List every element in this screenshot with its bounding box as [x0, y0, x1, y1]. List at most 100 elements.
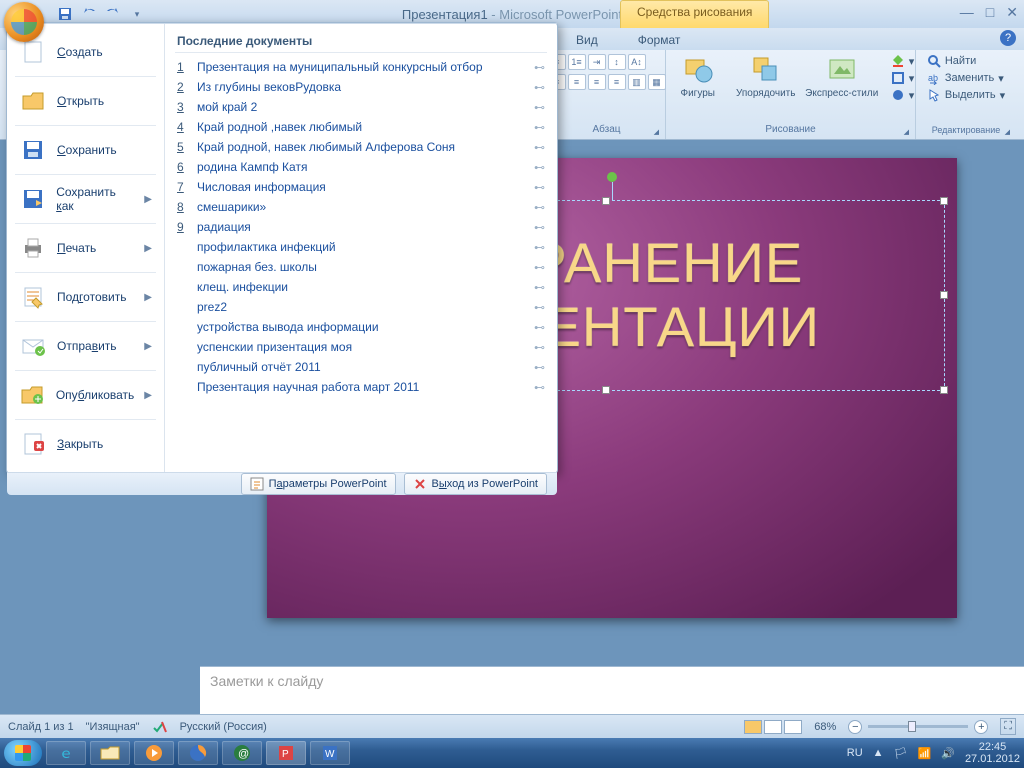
menu-send[interactable]: Отправить▶: [7, 324, 164, 368]
pin-icon[interactable]: ⊷: [534, 281, 545, 294]
menu-prepare[interactable]: Подготовить▶: [7, 275, 164, 319]
notes-pane[interactable]: Заметки к слайду: [200, 666, 1024, 714]
maximize-button[interactable]: □: [986, 4, 994, 21]
resize-handle[interactable]: [602, 386, 610, 394]
recent-document[interactable]: публичный отчёт 2011⊷: [175, 357, 547, 377]
close-button[interactable]: ✕: [1006, 4, 1018, 21]
recent-document[interactable]: профилактика инфекций⊷: [175, 237, 547, 257]
pin-icon[interactable]: ⊷: [534, 201, 545, 214]
zoom-slider[interactable]: − +: [848, 720, 988, 734]
pin-icon[interactable]: ⊷: [534, 101, 545, 114]
recent-document[interactable]: пожарная без. школы⊷: [175, 257, 547, 277]
pin-icon[interactable]: ⊷: [534, 221, 545, 234]
recent-document[interactable]: 8смешарики»⊷: [175, 197, 547, 217]
zoom-out-button[interactable]: −: [848, 720, 862, 734]
task-powerpoint[interactable]: P: [266, 741, 306, 765]
line-spacing-icon[interactable]: ↕: [608, 54, 626, 70]
pin-icon[interactable]: ⊷: [534, 241, 545, 254]
task-explorer[interactable]: [90, 741, 130, 765]
slideshow-view-button[interactable]: [784, 720, 802, 734]
convert-smartart-icon[interactable]: ▦: [648, 74, 666, 90]
spellcheck-icon[interactable]: [152, 720, 168, 734]
quick-styles-button[interactable]: Экспресс-стили: [803, 54, 881, 99]
tab-format[interactable]: Формат: [622, 30, 697, 50]
zoom-in-button[interactable]: +: [974, 720, 988, 734]
tray-flag-icon[interactable]: ▲: [873, 747, 884, 759]
resize-handle[interactable]: [940, 197, 948, 205]
pin-icon[interactable]: ⊷: [534, 321, 545, 334]
shape-fill-icon[interactable]: ▾: [891, 54, 915, 68]
recent-document[interactable]: 4Край родной ,навек любимый⊷: [175, 117, 547, 137]
recent-document[interactable]: 3мой край 2⊷: [175, 97, 547, 117]
save-icon[interactable]: [56, 5, 74, 23]
start-button[interactable]: [4, 740, 42, 766]
tray-clock[interactable]: 22:4527.01.2012: [965, 741, 1020, 765]
resize-handle[interactable]: [602, 197, 610, 205]
numbering-icon[interactable]: 1≡: [568, 54, 586, 70]
powerpoint-options-button[interactable]: Параметры PowerPoint: [241, 473, 396, 495]
select-button[interactable]: Выделить ▾: [927, 88, 1005, 102]
tray-language[interactable]: RU: [847, 747, 863, 759]
arrange-button[interactable]: Упорядочить: [735, 54, 797, 99]
help-icon[interactable]: ?: [1000, 30, 1016, 46]
pin-icon[interactable]: ⊷: [534, 381, 545, 394]
sorter-view-button[interactable]: [764, 720, 782, 734]
tray-volume-icon[interactable]: 🔊: [941, 747, 955, 760]
task-ie[interactable]: ｅ: [46, 741, 86, 765]
menu-print[interactable]: Печать▶: [7, 226, 164, 270]
shape-outline-icon[interactable]: ▾: [891, 71, 915, 85]
theme-name[interactable]: "Изящная": [86, 721, 140, 733]
zoom-value[interactable]: 68%: [814, 721, 836, 733]
pin-icon[interactable]: ⊷: [534, 181, 545, 194]
menu-publish[interactable]: Опубликовать▶: [7, 373, 164, 417]
task-firefox[interactable]: [178, 741, 218, 765]
recent-document[interactable]: клещ. инфекции⊷: [175, 277, 547, 297]
pin-icon[interactable]: ⊷: [534, 161, 545, 174]
menu-save-as[interactable]: Сохранить как▶: [7, 177, 164, 221]
columns-icon[interactable]: ▥: [628, 74, 646, 90]
recent-document[interactable]: 9радиация⊷: [175, 217, 547, 237]
pin-icon[interactable]: ⊷: [534, 301, 545, 314]
undo-icon[interactable]: [80, 5, 98, 23]
language-indicator[interactable]: Русский (Россия): [180, 721, 267, 733]
tray-network-icon[interactable]: 📶: [918, 747, 932, 760]
qat-customize-icon[interactable]: ▾: [128, 5, 146, 23]
recent-document[interactable]: Презентация научная работа март 2011⊷: [175, 377, 547, 397]
recent-document[interactable]: устройства вывода информации⊷: [175, 317, 547, 337]
recent-document[interactable]: 6родина Кампф Катя⊷: [175, 157, 547, 177]
zoom-thumb[interactable]: [908, 721, 916, 732]
recent-document[interactable]: 2Из глубины вековРудовка⊷: [175, 77, 547, 97]
text-direction-icon[interactable]: A↕: [628, 54, 646, 70]
recent-document[interactable]: 1Презентация на муниципальный конкурсный…: [175, 57, 547, 77]
rotation-handle[interactable]: [607, 172, 617, 182]
replace-button[interactable]: abЗаменить ▾: [927, 71, 1005, 85]
pin-icon[interactable]: ⊷: [534, 81, 545, 94]
pin-icon[interactable]: ⊷: [534, 121, 545, 134]
minimize-button[interactable]: —: [960, 4, 974, 21]
align-right-icon[interactable]: ≡: [588, 74, 606, 90]
fit-to-window-button[interactable]: ⛶: [1000, 718, 1016, 735]
menu-save[interactable]: Сохранить: [7, 128, 164, 172]
pin-icon[interactable]: ⊷: [534, 141, 545, 154]
task-wmp[interactable]: [134, 741, 174, 765]
recent-document[interactable]: prez2⊷: [175, 297, 547, 317]
tray-security-icon[interactable]: 🏳: [894, 747, 908, 760]
menu-close[interactable]: Закрыть: [7, 422, 164, 466]
exit-powerpoint-button[interactable]: Выход из PowerPoint: [404, 473, 547, 495]
pin-icon[interactable]: ⊷: [534, 261, 545, 274]
menu-open[interactable]: Открыть: [7, 79, 164, 123]
indent-icon[interactable]: ⇥: [588, 54, 606, 70]
shapes-button[interactable]: Фигуры: [667, 54, 729, 99]
resize-handle[interactable]: [940, 291, 948, 299]
task-word[interactable]: W: [310, 741, 350, 765]
office-button[interactable]: [4, 2, 44, 42]
pin-icon[interactable]: ⊷: [534, 361, 545, 374]
recent-document[interactable]: 7Числовая информация⊷: [175, 177, 547, 197]
resize-handle[interactable]: [940, 386, 948, 394]
tab-view[interactable]: Вид: [560, 30, 614, 50]
task-mail-agent[interactable]: @: [222, 741, 262, 765]
shape-effects-icon[interactable]: ▾: [891, 88, 915, 102]
find-button[interactable]: Найти: [927, 54, 1005, 68]
pin-icon[interactable]: ⊷: [534, 61, 545, 74]
recent-document[interactable]: успенскии призентация моя⊷: [175, 337, 547, 357]
